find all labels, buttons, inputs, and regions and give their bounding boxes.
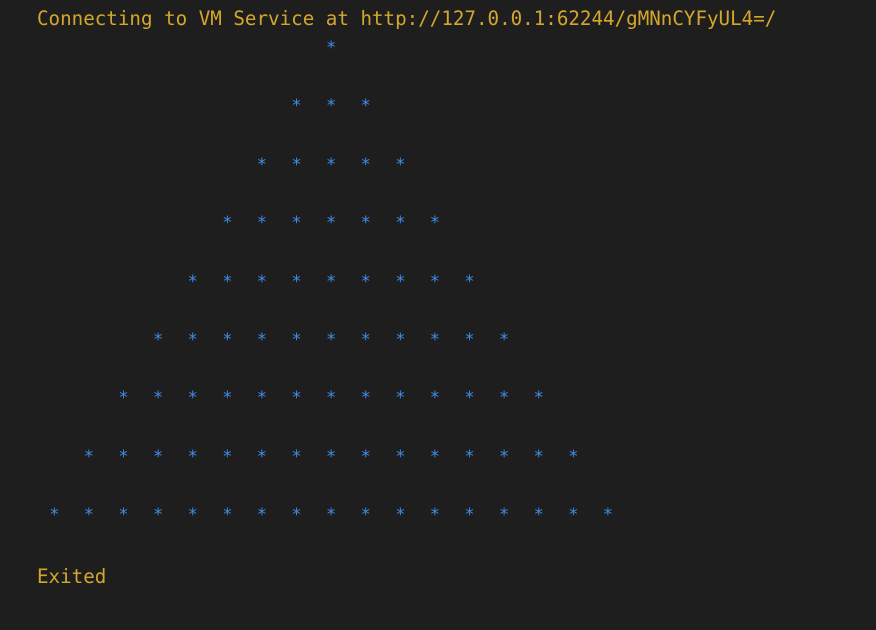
star-glyph: * [291,96,302,117]
star-glyph: * [118,446,129,467]
star-glyph: * [256,330,268,350]
star-glyph: * [360,446,371,467]
star-glyph: * [291,505,302,526]
star-glyph: * [49,505,60,526]
star-glyph: * [533,388,544,409]
star-glyph: * [395,505,406,526]
star-glyph: * [326,38,337,58]
star-glyph: * [326,330,337,350]
star-glyph: * [326,271,337,292]
star-glyph: * [326,446,337,467]
star-glyph: * [222,271,233,292]
star-glyph: * [291,154,302,175]
exit-status-message: Exited [37,565,107,588]
star-glyph: * [222,213,233,234]
star-glyph: * [326,213,337,234]
star-glyph: * [395,446,406,467]
star-glyph: * [153,388,164,409]
star-glyph: * [222,388,233,409]
star-glyph: * [395,388,406,409]
star-glyph: * [395,213,406,234]
star-glyph: * [153,446,164,467]
star-glyph: * [360,330,371,350]
star-glyph: * [187,271,198,292]
star-glyph: * [464,505,475,526]
star-glyph: * [429,213,441,234]
star-glyph: * [222,330,233,350]
star-glyph: * [326,96,337,117]
star-glyph: * [83,505,95,526]
star-glyph: * [395,271,406,292]
star-glyph: * [429,505,441,526]
star-glyph: * [533,505,544,526]
star-glyph: * [291,213,302,234]
star-glyph: * [429,388,441,409]
star-glyph: * [256,271,268,292]
star-glyph: * [291,446,302,467]
star-glyph: * [429,330,441,350]
star-glyph: * [187,330,198,350]
star-glyph: * [429,446,441,467]
star-glyph: * [602,505,614,526]
star-glyph: * [499,388,510,409]
star-glyph: * [153,505,164,526]
vm-service-connection-message: Connecting to VM Service at http://127.0… [37,7,777,30]
star-glyph: * [291,388,302,409]
star-glyph: * [499,330,510,350]
star-glyph: * [326,505,337,526]
star-glyph: * [360,213,371,234]
star-glyph: * [499,446,510,467]
star-glyph: * [256,213,268,234]
star-glyph: * [360,271,371,292]
star-glyph: * [326,154,337,175]
star-glyph: * [118,505,129,526]
star-glyph: * [395,330,406,350]
terminal-output-panel: Connecting to VM Service at http://127.0… [0,0,876,630]
star-glyph: * [360,388,371,409]
star-glyph: * [464,446,475,467]
star-glyph: * [464,330,475,350]
star-glyph: * [83,446,95,467]
star-glyph: * [256,154,268,175]
star-glyph: * [568,505,579,526]
star-glyph: * [360,505,371,526]
star-glyph: * [118,388,129,409]
star-glyph: * [568,446,579,467]
star-glyph: * [187,446,198,467]
star-glyph: * [464,271,475,292]
star-glyph: * [256,388,268,409]
star-glyph: * [360,154,371,175]
star-glyph: * [429,271,441,292]
star-glyph: * [222,446,233,467]
star-glyph: * [256,505,268,526]
star-glyph: * [256,446,268,467]
star-glyph: * [464,388,475,409]
star-glyph: * [499,505,510,526]
star-glyph: * [395,154,406,175]
star-glyph: * [222,505,233,526]
star-glyph: * [187,388,198,409]
star-glyph: * [360,96,371,117]
star-glyph: * [533,446,544,467]
star-glyph: * [326,388,337,409]
star-glyph: * [153,330,164,350]
star-glyph: * [291,330,302,350]
star-glyph: * [291,271,302,292]
star-glyph: * [187,505,198,526]
